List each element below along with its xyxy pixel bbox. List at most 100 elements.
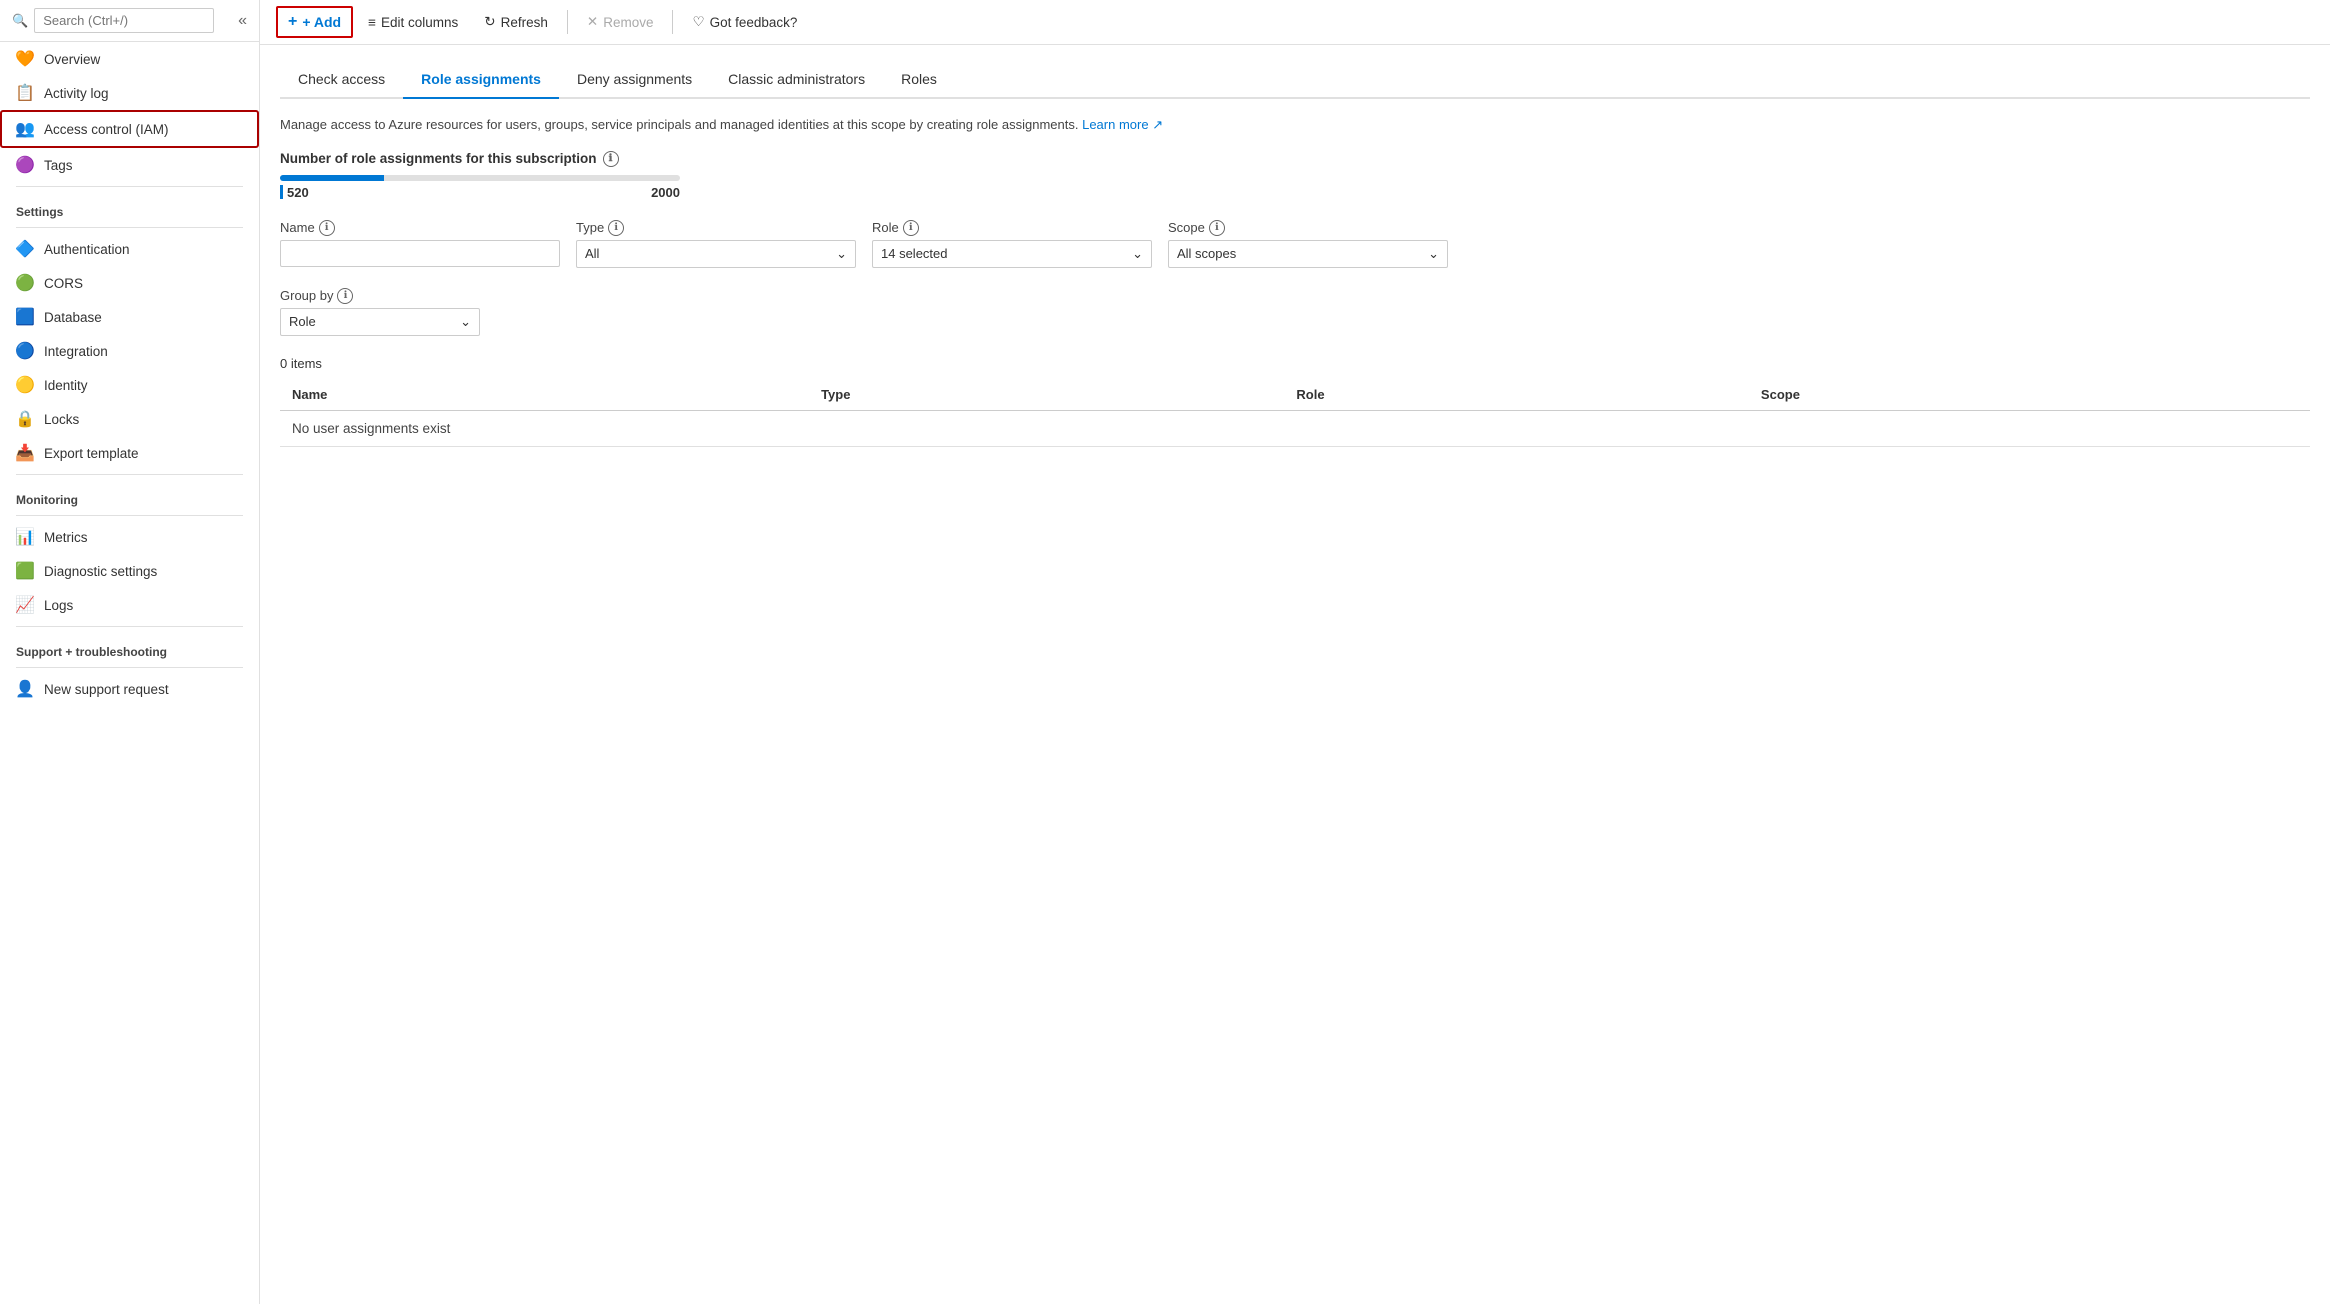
tabs-bar: Check access Role assignments Deny assig…	[280, 61, 2310, 99]
toolbar: + + Add ≡ Edit columns ↻ Refresh ✕ Remov…	[260, 0, 2330, 45]
table-body: No user assignments exist	[280, 410, 2310, 446]
settings-section-label: Settings	[0, 191, 259, 223]
filter-groupby-dropdown[interactable]: Role ⌄	[280, 308, 480, 336]
sidebar-item-new-support-request[interactable]: 👤 New support request	[0, 672, 259, 706]
filter-group-name: Name ℹ	[280, 220, 560, 268]
chevron-down-icon: ⌄	[460, 314, 471, 330]
column-header-type: Type	[809, 379, 1284, 411]
role-assignments-table: Name Type Role Scope No user assignments…	[280, 379, 2310, 447]
filter-type-info-icon[interactable]: ℹ	[608, 220, 624, 236]
feedback-button[interactable]: ♡ Got feedback?	[681, 8, 808, 36]
sidebar-item-logs[interactable]: 📈 Logs	[0, 588, 259, 622]
table-header: Name Type Role Scope	[280, 379, 2310, 411]
tab-role-assignments[interactable]: Role assignments	[403, 61, 559, 99]
progress-max-value: 2000	[651, 185, 680, 200]
search-icon: 🔍	[12, 13, 28, 29]
edit-columns-label: Edit columns	[381, 15, 458, 30]
feedback-label: Got feedback?	[710, 15, 798, 30]
tab-classic-administrators[interactable]: Classic administrators	[710, 61, 883, 99]
toolbar-separator-1	[567, 10, 568, 34]
integration-icon: 🔵	[16, 342, 34, 360]
new-support-request-icon: 👤	[16, 680, 34, 698]
tags-icon: 🟣	[16, 156, 34, 174]
sidebar-item-access-control[interactable]: 👥 Access control (IAM)	[0, 110, 259, 148]
table-empty-row: No user assignments exist	[280, 410, 2310, 446]
activity-log-icon: 📋	[16, 84, 34, 102]
progress-bar-container: 520 2000	[280, 175, 680, 200]
sidebar-item-label: Authentication	[44, 242, 130, 257]
filter-group-role: Role ℹ 14 selected ⌄	[872, 220, 1152, 268]
sidebar-item-cors[interactable]: 🟢 CORS	[0, 266, 259, 300]
column-header-name: Name	[280, 379, 809, 411]
filter-group-type: Type ℹ All ⌄	[576, 220, 856, 268]
filter-scope-dropdown[interactable]: All scopes ⌄	[1168, 240, 1448, 268]
sidebar-item-metrics[interactable]: 📊 Metrics	[0, 520, 259, 554]
authentication-icon: 🔷	[16, 240, 34, 258]
edit-columns-icon: ≡	[368, 15, 376, 30]
refresh-icon: ↻	[484, 14, 495, 30]
sidebar-item-tags[interactable]: 🟣 Tags	[0, 148, 259, 182]
filter-group-groupby: Group by ℹ Role ⌄	[280, 288, 480, 336]
sidebar-item-locks[interactable]: 🔒 Locks	[0, 402, 259, 436]
filter-groupby-info-icon[interactable]: ℹ	[337, 288, 353, 304]
items-count: 0 items	[280, 356, 2310, 371]
filter-scope-label: Scope ℹ	[1168, 220, 1448, 236]
access-control-icon: 👥	[16, 120, 34, 138]
sidebar-item-diagnostic-settings[interactable]: 🟩 Diagnostic settings	[0, 554, 259, 588]
filter-scope-info-icon[interactable]: ℹ	[1209, 220, 1225, 236]
progress-bar-background	[280, 175, 680, 181]
refresh-button[interactable]: ↻ Refresh	[473, 8, 559, 36]
edit-columns-button[interactable]: ≡ Edit columns	[357, 9, 469, 36]
sidebar-item-label: Logs	[44, 598, 73, 613]
overview-icon: 🧡	[16, 50, 34, 68]
progress-info-icon[interactable]: ℹ	[603, 151, 619, 167]
remove-button[interactable]: ✕ Remove	[576, 8, 665, 36]
feedback-icon: ♡	[692, 14, 704, 30]
identity-icon: 🟡	[16, 376, 34, 394]
search-bar: 🔍 «	[0, 0, 259, 42]
sidebar-item-authentication[interactable]: 🔷 Authentication	[0, 232, 259, 266]
filter-name-info-icon[interactable]: ℹ	[319, 220, 335, 236]
tab-deny-assignments[interactable]: Deny assignments	[559, 61, 710, 99]
sidebar-item-label: Access control (IAM)	[44, 122, 169, 137]
main-panel: + + Add ≡ Edit columns ↻ Refresh ✕ Remov…	[260, 0, 2330, 1304]
filter-name-input[interactable]	[280, 240, 560, 267]
filter-role-dropdown[interactable]: 14 selected ⌄	[872, 240, 1152, 268]
filter-name-label: Name ℹ	[280, 220, 560, 236]
sidebar-item-integration[interactable]: 🔵 Integration	[0, 334, 259, 368]
filters-row-1: Name ℹ Type ℹ All ⌄ Role ℹ	[280, 220, 2310, 268]
filter-group-scope: Scope ℹ All scopes ⌄	[1168, 220, 1448, 268]
sidebar-item-label: New support request	[44, 682, 169, 697]
sidebar-item-label: Tags	[44, 158, 73, 173]
add-button[interactable]: + + Add	[276, 6, 353, 38]
tab-roles[interactable]: Roles	[883, 61, 955, 99]
filter-type-dropdown[interactable]: All ⌄	[576, 240, 856, 268]
filter-role-info-icon[interactable]: ℹ	[903, 220, 919, 236]
sidebar-item-activity-log[interactable]: 📋 Activity log	[0, 76, 259, 110]
sidebar-item-label: Export template	[44, 446, 139, 461]
diagnostic-settings-icon: 🟩	[16, 562, 34, 580]
learn-more-link[interactable]: Learn more ↗	[1082, 117, 1163, 132]
content-area: Check access Role assignments Deny assig…	[260, 45, 2330, 1304]
sidebar-item-export-template[interactable]: 📥 Export template	[0, 436, 259, 470]
monitoring-section-label: Monitoring	[0, 479, 259, 511]
empty-message: No user assignments exist	[280, 410, 2310, 446]
sidebar-item-identity[interactable]: 🟡 Identity	[0, 368, 259, 402]
cors-icon: 🟢	[16, 274, 34, 292]
collapse-button[interactable]: «	[238, 12, 247, 30]
locks-icon: 🔒	[16, 410, 34, 428]
search-input[interactable]	[34, 8, 214, 33]
support-section-label: Support + troubleshooting	[0, 631, 259, 663]
page-description: Manage access to Azure resources for use…	[280, 115, 2310, 135]
table-header-row: Name Type Role Scope	[280, 379, 2310, 411]
remove-label: Remove	[603, 15, 653, 30]
toolbar-separator-2	[672, 10, 673, 34]
chevron-down-icon: ⌄	[836, 246, 847, 262]
sidebar-item-overview[interactable]: 🧡 Overview	[0, 42, 259, 76]
sidebar-item-label: Activity log	[44, 86, 109, 101]
sidebar-item-database[interactable]: 🟦 Database	[0, 300, 259, 334]
progress-section: Number of role assignments for this subs…	[280, 151, 2310, 200]
tab-check-access[interactable]: Check access	[280, 61, 403, 99]
database-icon: 🟦	[16, 308, 34, 326]
sidebar-item-label: CORS	[44, 276, 83, 291]
